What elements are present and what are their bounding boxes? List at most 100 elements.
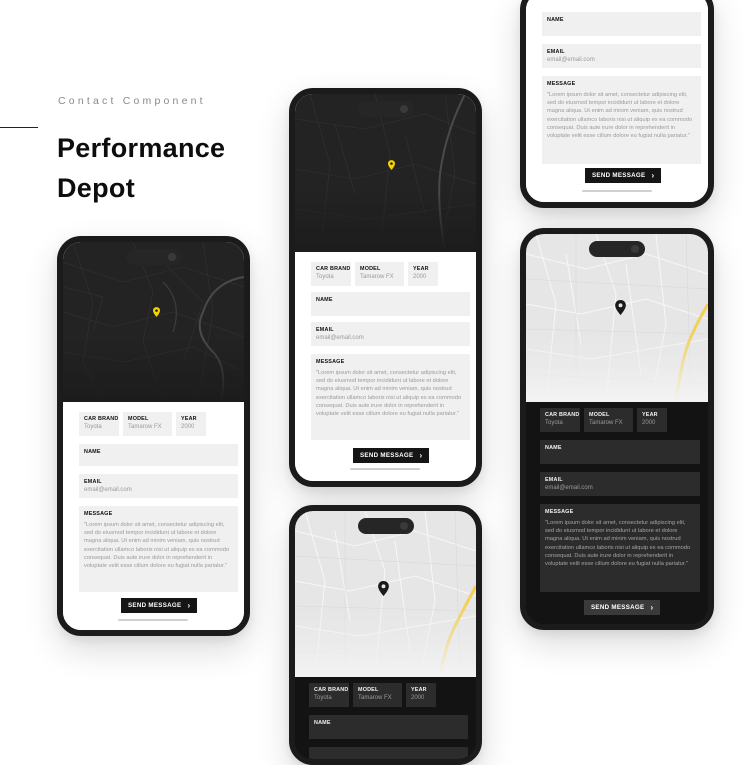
email-placeholder: email@email.com	[547, 57, 595, 63]
car-brand-label: CAR BRAND	[84, 416, 119, 422]
map-view[interactable]	[63, 242, 244, 402]
email-placeholder: email@email.com	[84, 487, 132, 493]
name-field[interactable]: NAME	[311, 292, 470, 316]
name-label: NAME	[545, 445, 562, 451]
model-field[interactable]: MODEL Tamarow FX	[584, 408, 633, 432]
name-field[interactable]: NAME	[79, 444, 238, 466]
decorative-line	[0, 127, 38, 128]
home-indicator	[118, 619, 188, 621]
message-field[interactable]: MESSAGE "Lorem ipsum dolor sit amet, cons…	[542, 76, 701, 164]
name-field[interactable]: NAME	[309, 715, 468, 739]
model-label: MODEL	[360, 266, 381, 272]
hero-title: Performance Depot	[57, 133, 226, 203]
model-label: MODEL	[128, 416, 149, 422]
email-label: EMAIL	[84, 479, 102, 485]
year-value: 2000	[411, 695, 425, 701]
email-label: EMAIL	[547, 49, 565, 55]
year-field[interactable]: YEAR 2000	[408, 262, 438, 286]
year-label: YEAR	[642, 412, 658, 418]
model-value: Tamarow FX	[128, 424, 162, 430]
phone-mockup-light-form-top-right: NAME EMAIL email@email.com MESSAGE "Lorem …	[520, 0, 714, 208]
email-field[interactable]	[309, 747, 468, 759]
car-brand-value: Toyota	[545, 420, 563, 426]
send-message-label: SEND MESSAGE	[128, 602, 182, 609]
car-brand-field[interactable]: CAR BRAND Toyota	[79, 412, 119, 436]
car-brand-value: Toyota	[314, 695, 332, 701]
message-text: "Lorem ipsum dolor sit amet, consectetur…	[545, 520, 691, 568]
message-field[interactable]: MESSAGE "Lorem ipsum dolor sit amet, cons…	[311, 354, 470, 440]
message-label: MESSAGE	[84, 511, 113, 517]
message-label: MESSAGE	[547, 81, 576, 87]
email-label: EMAIL	[545, 477, 563, 483]
email-field[interactable]: EMAIL email@email.com	[540, 472, 700, 496]
name-label: NAME	[316, 297, 333, 303]
dynamic-island	[589, 241, 645, 257]
name-label: NAME	[547, 17, 564, 23]
send-message-label: SEND MESSAGE	[592, 172, 646, 179]
car-brand-field[interactable]: CAR BRAND Toyota	[540, 408, 580, 432]
model-field[interactable]: MODEL Tamarow FX	[123, 412, 172, 436]
name-label: NAME	[84, 449, 101, 455]
map-pin-icon[interactable]	[615, 300, 626, 320]
dynamic-island	[357, 101, 414, 117]
map-pin-icon[interactable]	[388, 157, 395, 175]
car-brand-label: CAR BRAND	[545, 412, 580, 418]
send-message-button[interactable]: SEND MESSAGE ›	[584, 600, 661, 615]
map-pin-icon[interactable]	[378, 581, 389, 601]
year-value: 2000	[413, 274, 427, 280]
chevron-right-icon: ›	[419, 450, 423, 460]
year-label: YEAR	[411, 687, 427, 693]
model-label: MODEL	[589, 412, 610, 418]
year-value: 2000	[181, 424, 195, 430]
car-brand-field[interactable]: CAR BRAND Toyota	[311, 262, 351, 286]
map-pin-icon[interactable]	[153, 304, 160, 322]
model-value: Tamarow FX	[589, 420, 623, 426]
year-field[interactable]: YEAR 2000	[176, 412, 206, 436]
chevron-right-icon: ›	[187, 600, 191, 610]
send-message-button[interactable]: SEND MESSAGE ›	[353, 448, 430, 463]
hero-eyebrow: Contact Component	[58, 95, 206, 107]
chevron-right-icon: ›	[651, 170, 655, 180]
email-field[interactable]: EMAIL email@email.com	[79, 474, 238, 498]
model-value: Tamarow FX	[358, 695, 392, 701]
message-label: MESSAGE	[316, 359, 345, 365]
send-message-label: SEND MESSAGE	[360, 452, 414, 459]
model-label: MODEL	[358, 687, 379, 693]
dynamic-island	[125, 249, 182, 265]
year-field[interactable]: YEAR 2000	[406, 683, 436, 707]
car-brand-field[interactable]: CAR BRAND Toyota	[309, 683, 349, 707]
email-field[interactable]: EMAIL email@email.com	[542, 44, 701, 68]
email-field[interactable]: EMAIL email@email.com	[311, 322, 470, 346]
dynamic-island	[357, 518, 414, 534]
car-brand-value: Toyota	[84, 424, 102, 430]
map-view[interactable]	[295, 94, 476, 252]
model-value: Tamarow FX	[360, 274, 394, 280]
send-message-label: SEND MESSAGE	[591, 604, 645, 611]
model-field[interactable]: MODEL Tamarow FX	[353, 683, 402, 707]
year-field[interactable]: YEAR 2000	[637, 408, 667, 432]
home-indicator	[582, 190, 652, 192]
car-brand-label: CAR BRAND	[316, 266, 351, 272]
name-field[interactable]: NAME	[540, 440, 700, 464]
name-field[interactable]: NAME	[542, 12, 701, 36]
email-placeholder: email@email.com	[316, 335, 364, 341]
year-label: YEAR	[181, 416, 197, 422]
name-label: NAME	[314, 720, 331, 726]
send-message-button[interactable]: SEND MESSAGE ›	[121, 598, 198, 613]
home-indicator	[350, 468, 420, 470]
car-brand-value: Toyota	[316, 274, 334, 280]
chevron-right-icon: ›	[650, 602, 654, 612]
phone-mockup-light-map-dark-form-right: CAR BRAND Toyota MODEL Tamarow FX YEAR 2000…	[520, 228, 714, 630]
model-field[interactable]: MODEL Tamarow FX	[355, 262, 404, 286]
phone-mockup-light-map-dark-form-bottom: CAR BRAND Toyota MODEL Tamarow FX YEAR 2000…	[289, 505, 482, 765]
message-text: "Lorem ipsum dolor sit amet, consectetur…	[316, 370, 462, 418]
message-text: "Lorem ipsum dolor sit amet, consectetur…	[547, 92, 693, 140]
email-label: EMAIL	[316, 327, 334, 333]
message-field[interactable]: MESSAGE "Lorem ipsum dolor sit amet, cons…	[540, 504, 700, 592]
car-brand-label: CAR BRAND	[314, 687, 349, 693]
send-message-button[interactable]: SEND MESSAGE ›	[585, 168, 662, 183]
phone-mockup-dark-map-light-form-left: CAR BRAND Toyota MODEL Tamarow FX YEAR 2000…	[57, 236, 250, 636]
email-placeholder: email@email.com	[545, 485, 593, 491]
message-field[interactable]: MESSAGE "Lorem ipsum dolor sit amet, cons…	[79, 506, 238, 592]
year-value: 2000	[642, 420, 656, 426]
